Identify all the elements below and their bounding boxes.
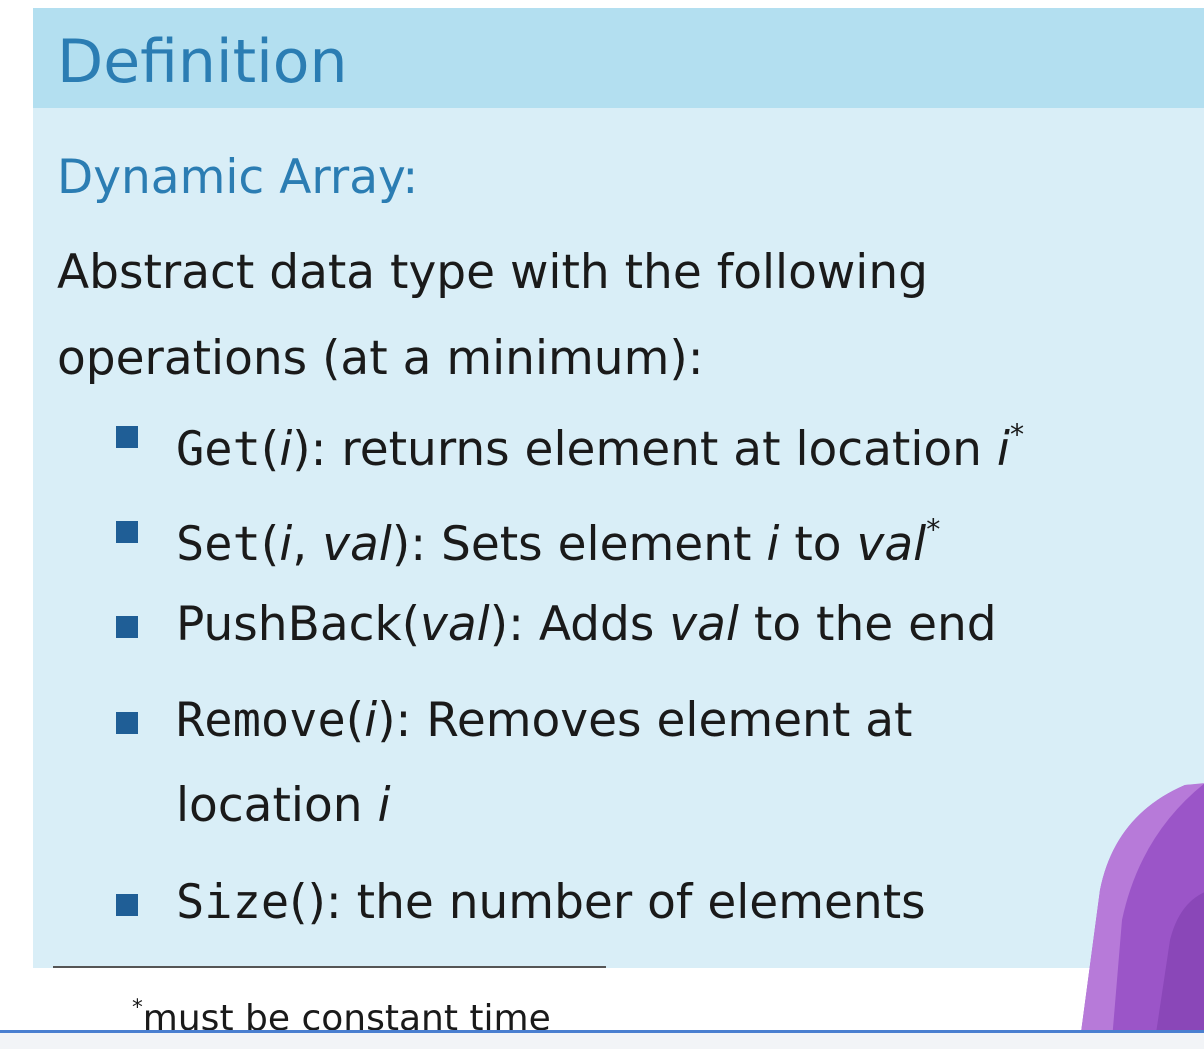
bullet-icon xyxy=(116,616,138,638)
asterisk-mark: * xyxy=(926,513,941,546)
bullet-icon xyxy=(116,712,138,734)
operation-arg: i xyxy=(279,517,293,573)
block-title: Definition xyxy=(57,27,348,97)
operation-name: Size xyxy=(176,875,290,930)
description: Abstract data type with the following op… xyxy=(57,230,928,402)
operation-desc-var: val xyxy=(669,597,739,652)
list-item-remove-cont: location i xyxy=(176,776,391,836)
operation-desc: : Adds xyxy=(508,597,670,652)
operation-desc: : returns element at location xyxy=(310,422,997,478)
block-header: Definition xyxy=(33,8,1204,108)
bullet-icon xyxy=(116,521,138,543)
operation-name: Remove xyxy=(176,693,346,748)
operation-arg: i xyxy=(279,422,293,478)
footnote-mark: * xyxy=(132,995,143,1020)
operation-desc: : Removes element at xyxy=(395,693,913,748)
player-bottom-bar xyxy=(0,1030,1204,1049)
operation-arg: val xyxy=(322,517,392,573)
operation-arg: i xyxy=(364,693,378,748)
operation-arg-sep: , xyxy=(292,517,323,573)
operation-desc-var: i xyxy=(377,778,391,833)
description-line: operations (at a minimum): xyxy=(57,331,704,386)
operation-desc: to the end xyxy=(738,597,997,652)
list-item-size: Size(): the number of elements xyxy=(176,875,926,930)
operation-name: Get xyxy=(176,422,261,478)
operation-desc: location xyxy=(176,778,378,833)
bullet-icon xyxy=(116,426,138,448)
footnote-text: must be constant time xyxy=(142,998,551,1032)
operation-desc: to xyxy=(779,517,857,573)
operation-desc-var: i xyxy=(996,422,1010,478)
bullet-icon xyxy=(116,894,138,916)
list-item-remove: Remove(i): Removes element at xyxy=(176,693,913,748)
slide: Definition Dynamic Array: Abstract data … xyxy=(0,0,1204,1032)
operation-desc: : Sets element xyxy=(410,517,767,573)
term-heading: Dynamic Array: xyxy=(57,150,419,205)
footnote: *must be constant time xyxy=(132,986,551,1032)
description-line: Abstract data type with the following xyxy=(57,245,928,300)
list-item-set: Set(i, val): Sets element i to val* xyxy=(176,513,941,573)
operation-desc: : the number of elements xyxy=(325,875,926,930)
operation-name: PushBack xyxy=(176,597,402,652)
asterisk-mark: * xyxy=(1009,418,1025,451)
operation-name: Set xyxy=(176,517,261,573)
footnote-rule xyxy=(53,966,606,968)
list-item-pushback: PushBack(val): Adds val to the end xyxy=(176,597,997,652)
operation-desc-var: i xyxy=(766,517,780,573)
presenter-figure xyxy=(1081,783,1204,1032)
operation-arg: val xyxy=(420,597,490,652)
list-item-get: Get(i): returns element at location i* xyxy=(176,418,1025,478)
operation-desc-var: val xyxy=(856,517,927,573)
